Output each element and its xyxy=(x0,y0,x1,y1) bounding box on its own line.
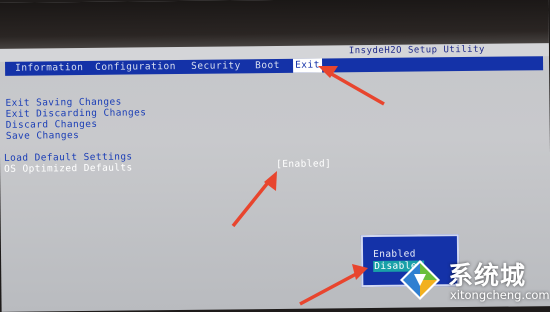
watermark-url: xitongcheng.com xyxy=(450,288,550,302)
arrow-to-exit-icon xyxy=(318,66,385,106)
xitongcheng-logo-icon xyxy=(400,260,440,300)
watermark: 系统城 xitongcheng.com xyxy=(396,254,550,309)
watermark-text: 系统城 xyxy=(448,261,527,290)
arrow-to-enabled-icon xyxy=(231,171,277,228)
arrow-to-disabled-icon xyxy=(299,264,368,306)
